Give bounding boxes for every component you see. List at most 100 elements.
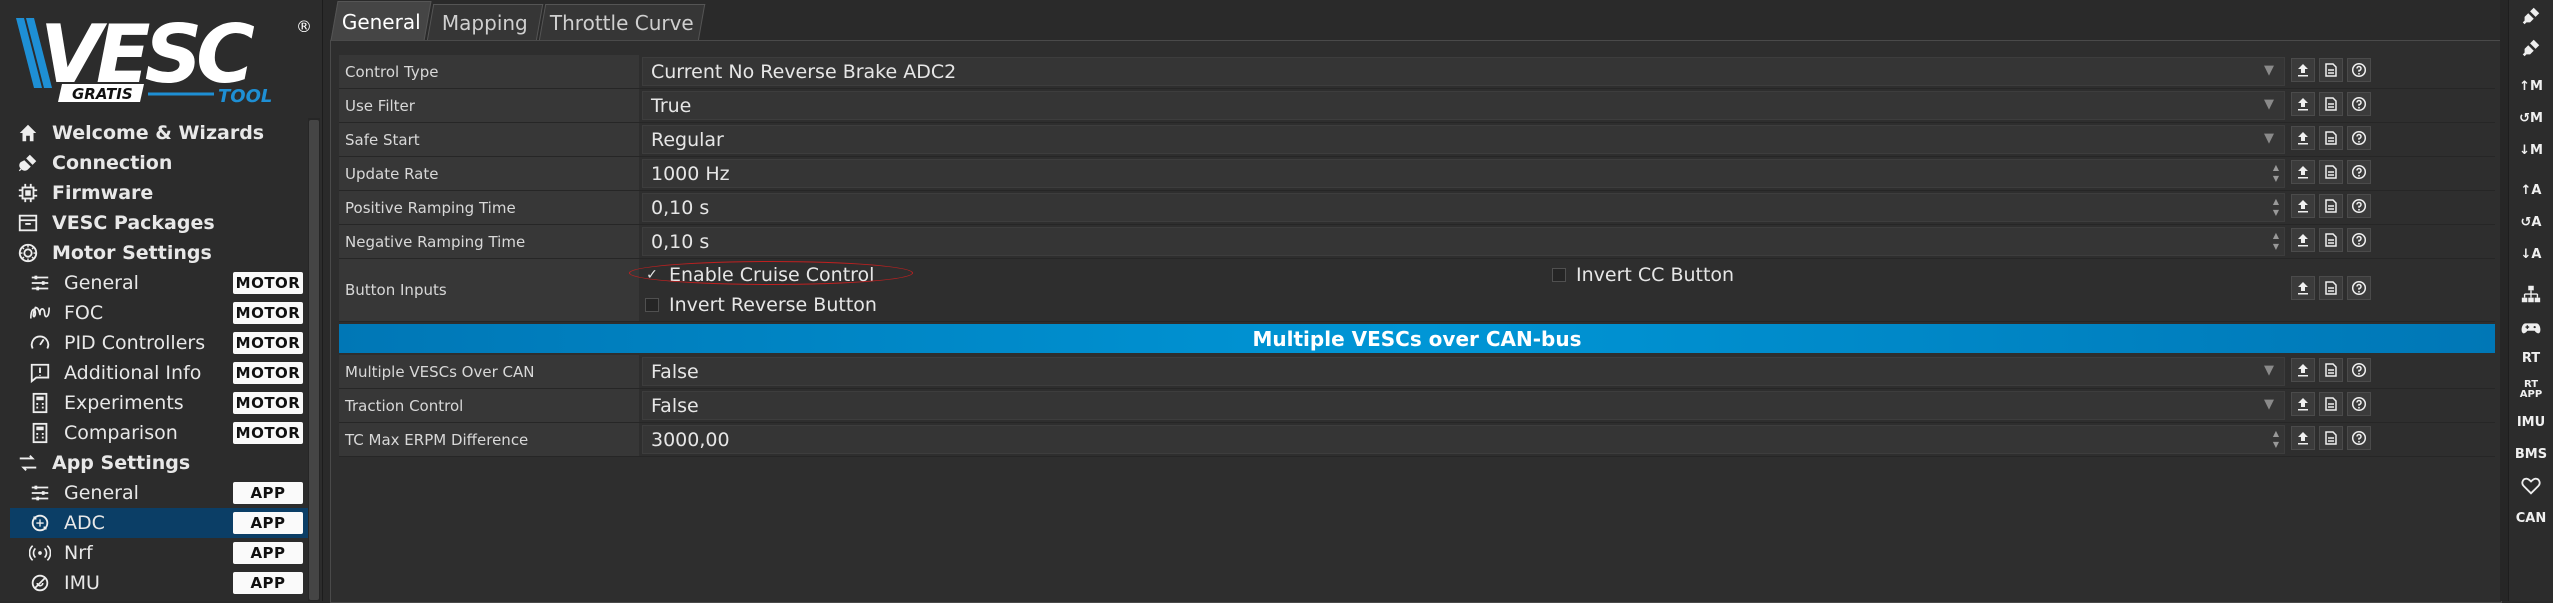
tab-mapping[interactable]: Mapping — [426, 4, 544, 41]
read-motor-icon[interactable]: ↑M — [2516, 72, 2546, 100]
tab-throttle-curve[interactable]: Throttle Curve — [538, 4, 706, 41]
spin-down-icon[interactable]: ▼ — [2273, 440, 2279, 449]
key-icon[interactable] — [2516, 34, 2546, 62]
help-button[interactable] — [2347, 358, 2371, 382]
select-value: False — [651, 360, 699, 383]
read-app-icon[interactable]: ↑A — [2516, 176, 2546, 204]
safe-start-select[interactable]: Regular ▼ — [642, 125, 2285, 154]
sidebar-item-firmware[interactable]: Firmware — [10, 178, 310, 208]
spin-down-icon[interactable]: ▼ — [2273, 242, 2279, 251]
upload-default-button[interactable] — [2291, 194, 2315, 218]
sidebar-item-foc[interactable]: FOC MOTOR — [10, 298, 310, 328]
upload-default-button[interactable] — [2291, 228, 2315, 252]
upload-default-button[interactable] — [2291, 160, 2315, 184]
upload-default-button[interactable] — [2291, 58, 2315, 82]
restore-button[interactable] — [2319, 58, 2343, 82]
help-button[interactable] — [2347, 92, 2371, 116]
sidebar-item-welcome-wizards[interactable]: Welcome & Wizards — [10, 118, 310, 148]
help-button[interactable] — [2347, 392, 2371, 416]
help-button[interactable] — [2347, 58, 2371, 82]
upload-default-button[interactable] — [2291, 358, 2315, 382]
sidebar-item-imu[interactable]: IMU APP — [10, 568, 310, 598]
control-type-select[interactable]: Current No Reverse Brake ADC2 ▼ — [642, 57, 2285, 86]
restore-button[interactable] — [2319, 92, 2343, 116]
main-scrollbar[interactable] — [2500, 0, 2508, 601]
sidebar-item-app-settings[interactable]: App Settings — [10, 448, 310, 478]
help-button[interactable] — [2347, 160, 2371, 184]
can-icon[interactable]: CAN — [2516, 504, 2546, 532]
document-icon — [2325, 165, 2337, 179]
spin-arrows-icon[interactable]: ▲ ▼ — [2271, 162, 2281, 185]
negative-ramping-spinbox[interactable]: 0,10 s ▲ ▼ — [642, 227, 2285, 256]
spin-up-icon[interactable]: ▲ — [2273, 163, 2279, 172]
use-filter-select[interactable]: True ▼ — [642, 91, 2285, 120]
sidebar-item-connection[interactable]: Connection — [10, 148, 310, 178]
checkbox-unchecked-icon[interactable] — [1552, 268, 1566, 282]
spin-up-icon[interactable]: ▲ — [2273, 231, 2279, 240]
motor-default-icon[interactable]: ↺M — [2516, 104, 2546, 132]
restore-button[interactable] — [2319, 276, 2343, 300]
spin-down-icon[interactable]: ▼ — [2273, 174, 2279, 183]
invert-cc-button-checkbox[interactable]: Invert CC Button — [1552, 261, 1734, 289]
multiple-vescs-can-select[interactable]: False ▼ — [642, 357, 2285, 386]
upload-default-button[interactable] — [2291, 276, 2315, 300]
upload-default-button[interactable] — [2291, 426, 2315, 450]
sidebar-scrollbar[interactable] — [308, 118, 320, 601]
bms-icon[interactable]: BMS — [2515, 440, 2547, 468]
checkbox-unchecked-icon[interactable] — [645, 298, 659, 312]
sidebar-item-motor-settings[interactable]: Motor Settings — [10, 238, 310, 268]
chevron-down-icon: ▼ — [2264, 131, 2274, 146]
restore-button[interactable] — [2319, 126, 2343, 150]
imu-data-icon[interactable]: IMU — [2516, 408, 2546, 436]
rt-app-icon[interactable]: RT APP — [2516, 376, 2546, 404]
sidebar-item-motor-general[interactable]: General MOTOR — [10, 268, 310, 298]
restore-button[interactable] — [2319, 228, 2343, 252]
positive-ramping-spinbox[interactable]: 0,10 s ▲ ▼ — [642, 193, 2285, 222]
heart-icon[interactable] — [2516, 472, 2546, 500]
restore-button[interactable] — [2319, 160, 2343, 184]
help-button[interactable] — [2347, 194, 2371, 218]
sidebar-item-nrf[interactable]: Nrf APP — [10, 538, 310, 568]
help-button[interactable] — [2347, 426, 2371, 450]
network-icon[interactable] — [2516, 280, 2546, 308]
spin-up-icon[interactable]: ▲ — [2273, 197, 2279, 206]
help-button[interactable] — [2347, 126, 2371, 150]
sidebar-item-additional-info[interactable]: Additional Info MOTOR — [10, 358, 310, 388]
param-actions — [2291, 92, 2371, 119]
sidebar-item-app-general[interactable]: General APP — [10, 478, 310, 508]
key-icon[interactable] — [2516, 2, 2546, 30]
restore-button[interactable] — [2319, 392, 2343, 416]
upload-default-button[interactable] — [2291, 392, 2315, 416]
spin-down-icon[interactable]: ▼ — [2273, 208, 2279, 217]
sidebar-item-vesc-packages[interactable]: VESC Packages — [10, 208, 310, 238]
upload-default-button[interactable] — [2291, 92, 2315, 116]
sidebar-item-experiments[interactable]: Experiments MOTOR — [10, 388, 310, 418]
tab-general[interactable]: General — [330, 1, 432, 41]
settings-panel: Control Type Current No Reverse Brake AD… — [330, 40, 2502, 603]
spin-arrows-icon[interactable]: ▲ ▼ — [2271, 230, 2281, 253]
spin-arrows-icon[interactable]: ▲ ▼ — [2271, 196, 2281, 219]
app-default-icon[interactable]: ↺A — [2516, 208, 2546, 236]
sidebar-item-pid-controllers[interactable]: PID Controllers MOTOR — [10, 328, 310, 358]
write-motor-icon[interactable]: ↓M — [2516, 136, 2546, 164]
restore-button[interactable] — [2319, 194, 2343, 218]
sidebar-item-comparison[interactable]: Comparison MOTOR — [10, 418, 310, 448]
spin-arrows-icon[interactable]: ▲ ▼ — [2271, 428, 2281, 451]
restore-button[interactable] — [2319, 426, 2343, 450]
spin-up-icon[interactable]: ▲ — [2273, 429, 2279, 438]
update-rate-spinbox[interactable]: 1000 Hz ▲ ▼ — [642, 159, 2285, 188]
help-button[interactable] — [2347, 228, 2371, 252]
restore-button[interactable] — [2319, 358, 2343, 382]
rt-data-icon[interactable]: RT — [2516, 344, 2546, 372]
traction-control-select[interactable]: False ▼ — [642, 391, 2285, 420]
write-app-icon[interactable]: ↓A — [2516, 240, 2546, 268]
invert-reverse-button-checkbox[interactable]: Invert Reverse Button — [645, 291, 877, 319]
help-button[interactable] — [2347, 276, 2371, 300]
enable-cruise-control-checkbox[interactable]: ✓ Enable Cruise Control — [645, 261, 874, 289]
scrollbar-thumb[interactable] — [309, 120, 319, 600]
upload-default-button[interactable] — [2291, 126, 2315, 150]
checkbox-checked-icon[interactable]: ✓ — [645, 267, 659, 283]
tc-max-erpm-spinbox[interactable]: 3000,00 ▲ ▼ — [642, 425, 2285, 454]
sidebar-item-adc[interactable]: ADC APP — [10, 508, 310, 538]
gamepad-icon[interactable] — [2516, 314, 2546, 342]
